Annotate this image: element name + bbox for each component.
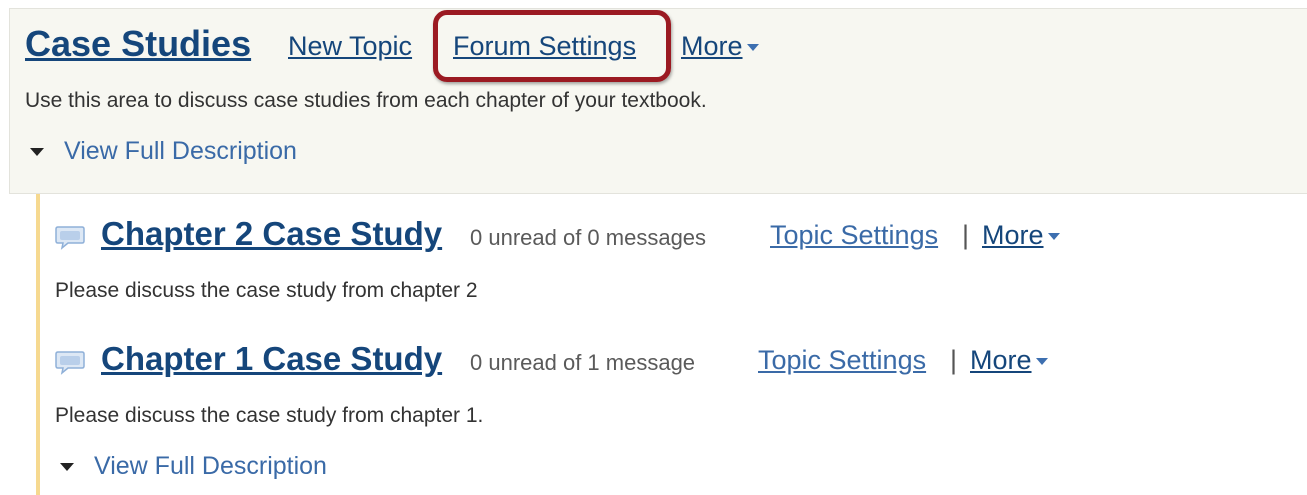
- topic-description: Please discuss the case study from chapt…: [55, 404, 484, 427]
- caret-down-icon: [30, 148, 44, 157]
- topic-more-link[interactable]: More: [982, 220, 1044, 250]
- topic-more-link[interactable]: More: [970, 345, 1032, 375]
- topic-settings-link[interactable]: Topic Settings: [758, 345, 926, 376]
- new-topic-link[interactable]: New Topic: [288, 31, 412, 62]
- speech-bubble-icon: [55, 226, 85, 250]
- topic-more-menu[interactable]: More: [970, 345, 1048, 376]
- topic-message-count: 0 unread of 1 message: [470, 350, 696, 375]
- caret-down-icon: [60, 463, 74, 472]
- chevron-down-icon: [746, 44, 759, 52]
- chevron-down-icon: [1035, 358, 1048, 366]
- link-separator: |: [962, 220, 970, 250]
- toggle-label: View Full Description: [94, 452, 327, 480]
- topic-description: Please discuss the case study from chapt…: [55, 279, 478, 302]
- topic-title-link[interactable]: Chapter 2 Case Study: [101, 215, 442, 253]
- view-full-description-toggle[interactable]: View Full Description: [30, 137, 297, 166]
- toggle-label: View Full Description: [64, 137, 297, 165]
- forum-title-link[interactable]: Case Studies: [25, 23, 251, 65]
- forum-more-menu[interactable]: More: [681, 31, 759, 62]
- topics-indent-rule: [36, 194, 40, 495]
- topic-message-count: 0 unread of 0 messages: [470, 225, 707, 250]
- link-separator: |: [950, 345, 958, 375]
- forum-header-panel: Case Studies New Topic Forum Settings Mo…: [9, 8, 1307, 194]
- topic-title-link[interactable]: Chapter 1 Case Study: [101, 340, 442, 378]
- forum-more-link[interactable]: More: [681, 31, 743, 61]
- forum-description: Use this area to discuss case studies fr…: [25, 89, 707, 112]
- forum-settings-link[interactable]: Forum Settings: [453, 31, 636, 62]
- chevron-down-icon: [1047, 233, 1060, 241]
- topic-more-menu[interactable]: More: [982, 220, 1060, 251]
- topic-settings-link[interactable]: Topic Settings: [770, 220, 938, 251]
- view-full-description-toggle[interactable]: View Full Description: [60, 452, 327, 481]
- speech-bubble-icon: [55, 351, 85, 375]
